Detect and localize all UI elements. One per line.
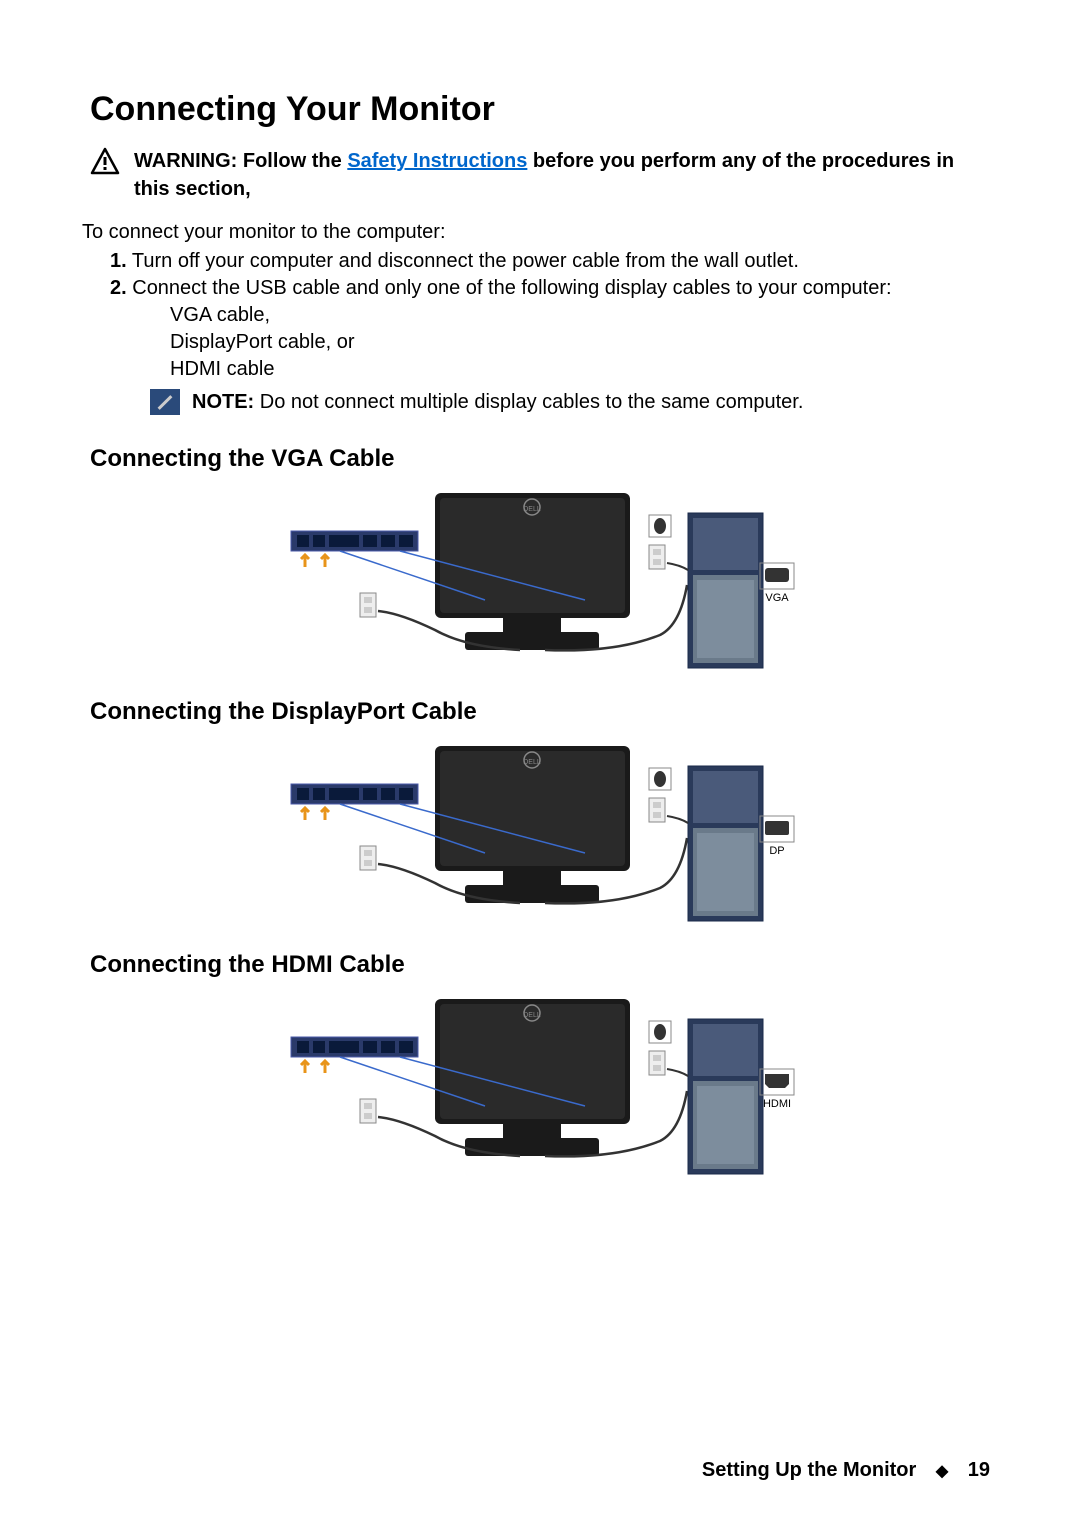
intro-text: To connect your monitor to the computer: [82,221,990,244]
step-1: 1. Turn off your computer and disconnect… [110,248,990,275]
svg-text:DELL: DELL [523,759,541,766]
step-1-text: Turn off your computer and disconnect th… [127,250,799,272]
warning-block: WARNING: Follow the Safety Instructions … [90,147,990,203]
connector-label-dp: DP [769,845,784,857]
heading-vga: Connecting the VGA Cable [90,445,990,473]
warning-prefix: WARNING: Follow the [134,150,347,172]
page-footer: Setting Up the Monitor ◆ 19 [702,1459,990,1482]
step-1-number: 1. [110,250,127,272]
heading-hdmi: Connecting the HDMI Cable [90,951,990,979]
diagram-vga: DELL [285,485,795,680]
note-text: NOTE: Do not connect multiple display ca… [192,391,803,414]
safety-instructions-link[interactable]: Safety Instructions [347,150,527,172]
svg-text:DELL: DELL [523,506,541,513]
section-dp: Connecting the DisplayPort Cable DELL [90,698,990,933]
footer-diamond-icon: ◆ [936,1461,948,1481]
page-title: Connecting Your Monitor [90,90,990,129]
section-hdmi: Connecting the HDMI Cable DELL [90,951,990,1186]
heading-dp: Connecting the DisplayPort Cable [90,698,990,726]
section-vga: Connecting the VGA Cable DELL [90,445,990,680]
footer-section: Setting Up the Monitor [702,1459,916,1481]
warning-icon [90,147,120,180]
note-body: Do not connect multiple display cables t… [254,391,803,413]
footer-page-number: 19 [968,1459,990,1481]
connector-label-hdmi: HDMI [763,1098,791,1110]
connector-label-vga: VGA [765,592,789,604]
diagram-dp: DELL DP [285,738,795,933]
note-block: NOTE: Do not connect multiple display ca… [150,389,990,415]
note-icon [150,389,180,415]
note-label: NOTE: [192,391,254,413]
step-2: 2. Connect the USB cable and only one of… [110,275,990,302]
diagram-hdmi: DELL HDMI [285,991,795,1186]
cable-hdmi: HDMI cable [170,356,990,383]
cable-dp: DisplayPort cable, or [170,329,990,356]
warning-text: WARNING: Follow the Safety Instructions … [134,147,990,203]
step-2-text: Connect the USB cable and only one of th… [127,277,892,299]
cable-vga: VGA cable, [170,302,990,329]
step-2-number: 2. [110,277,127,299]
cable-list: VGA cable, DisplayPort cable, or HDMI ca… [170,302,990,383]
svg-text:DELL: DELL [523,1012,541,1019]
